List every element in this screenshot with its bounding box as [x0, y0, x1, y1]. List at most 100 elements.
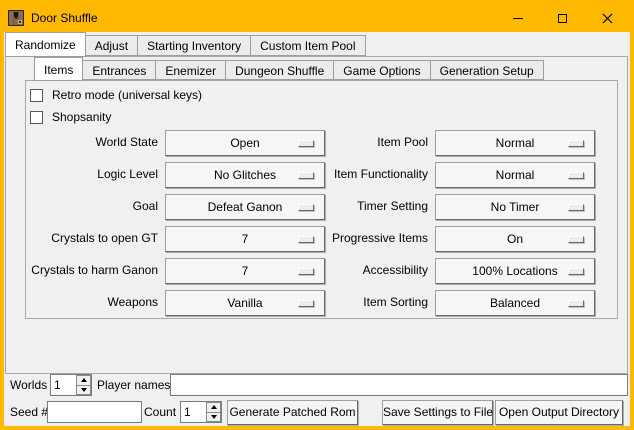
outer-tab-bar: Randomize Adjust Starting Inventory Cust… — [5, 32, 365, 56]
tab-enemizer[interactable]: Enemizer — [155, 60, 226, 80]
logic-level-value: No Glitches — [214, 168, 276, 182]
accessibility-dropdown[interactable]: 100% Locations — [435, 258, 595, 284]
arrow-up-icon — [211, 405, 217, 409]
tab-items[interactable]: Items — [34, 57, 83, 81]
player-names-label: Player names — [97, 374, 170, 396]
count-spinner[interactable] — [180, 401, 222, 423]
weapons-dropdown[interactable]: Vanilla — [165, 290, 325, 316]
count-spin-down[interactable] — [206, 412, 221, 423]
maximize-button[interactable] — [540, 4, 585, 32]
weapons-label: Weapons — [26, 287, 165, 319]
item-functionality-value: Normal — [496, 168, 535, 182]
dropdown-indicator-icon — [298, 236, 314, 243]
item-pool-value: Normal — [496, 136, 535, 150]
app-window: Door Shuffle Randomize Adjust Starting I… — [0, 0, 634, 430]
dropdown-indicator-icon — [298, 204, 314, 211]
seed-input[interactable] — [47, 401, 142, 423]
timer-setting-label: Timer Setting — [325, 191, 435, 223]
crystals-open-gt-label: Crystals to open GT — [26, 223, 165, 255]
arrow-up-icon — [81, 378, 87, 382]
open-output-directory-button[interactable]: Open Output Directory — [495, 400, 623, 425]
randomize-tab-panel: Items Entrances Enemizer Dungeon Shuffle… — [5, 56, 628, 374]
crystals-open-gt-dropdown[interactable]: 7 — [165, 226, 325, 252]
goal-dropdown[interactable]: Defeat Ganon — [165, 194, 325, 220]
dropdown-indicator-icon — [568, 300, 584, 307]
worlds-spin-buttons — [76, 375, 91, 395]
generate-patched-rom-button[interactable]: Generate Patched Rom — [227, 400, 358, 425]
accessibility-label: Accessibility — [325, 255, 435, 287]
window-title: Door Shuffle — [31, 11, 98, 25]
window-controls — [495, 4, 630, 32]
arrow-down-icon — [211, 415, 217, 419]
maximize-icon — [558, 14, 567, 23]
items-tab-panel: Retro mode (universal keys) Shopsanity W… — [25, 80, 618, 319]
goal-value: Defeat Ganon — [208, 200, 283, 214]
tab-adjust[interactable]: Adjust — [85, 35, 138, 56]
dropdown-indicator-icon — [568, 140, 584, 147]
dropdown-indicator-icon — [568, 172, 584, 179]
dropdown-indicator-icon — [298, 268, 314, 275]
retro-mode-checkbox[interactable] — [30, 89, 43, 102]
count-input[interactable] — [181, 402, 206, 422]
progressive-items-value: On — [507, 232, 523, 246]
world-state-dropdown[interactable]: Open — [165, 130, 325, 156]
timer-setting-value: No Timer — [491, 200, 540, 214]
retro-mode-label: Retro mode (universal keys) — [52, 88, 202, 102]
item-functionality-label: Item Functionality — [325, 159, 435, 191]
crystals-harm-ganon-dropdown[interactable]: 7 — [165, 258, 325, 284]
worlds-spinner[interactable] — [50, 374, 92, 396]
tab-dungeon-shuffle[interactable]: Dungeon Shuffle — [225, 60, 334, 80]
tab-custom-item-pool[interactable]: Custom Item Pool — [250, 35, 365, 56]
tab-starting-inventory[interactable]: Starting Inventory — [137, 35, 251, 56]
world-state-label: World State — [26, 127, 165, 159]
arrow-down-icon — [81, 388, 87, 392]
minimize-icon — [513, 18, 523, 19]
shopsanity-checkbox[interactable] — [30, 111, 43, 124]
item-sorting-value: Balanced — [490, 296, 540, 310]
shopsanity-checkbox-row[interactable]: Shopsanity — [30, 108, 111, 126]
count-spin-buttons — [206, 402, 221, 422]
accessibility-value: 100% Locations — [472, 264, 557, 278]
item-sorting-label: Item Sorting — [325, 287, 435, 319]
tab-randomize[interactable]: Randomize — [5, 32, 86, 57]
crystals-harm-ganon-label: Crystals to harm Ganon — [26, 255, 165, 287]
tab-entrances[interactable]: Entrances — [82, 60, 156, 80]
player-names-input[interactable] — [170, 374, 628, 396]
tab-game-options[interactable]: Game Options — [333, 60, 430, 80]
worlds-label: Worlds — [10, 374, 47, 396]
settings-grid: World State Open Item Pool Normal Logic … — [26, 127, 595, 319]
crystals-harm-ganon-value: 7 — [242, 264, 249, 278]
shopsanity-label: Shopsanity — [52, 110, 111, 124]
crystals-open-gt-value: 7 — [242, 232, 249, 246]
goal-label: Goal — [26, 191, 165, 223]
progressive-items-dropdown[interactable]: On — [435, 226, 595, 252]
item-pool-dropdown[interactable]: Normal — [435, 130, 595, 156]
dropdown-indicator-icon — [298, 300, 314, 307]
dropdown-indicator-icon — [298, 172, 314, 179]
logic-level-label: Logic Level — [26, 159, 165, 191]
save-settings-button[interactable]: Save Settings to File — [382, 400, 493, 425]
seed-label: Seed # — [10, 401, 48, 423]
retro-mode-checkbox-row[interactable]: Retro mode (universal keys) — [30, 86, 202, 104]
item-sorting-dropdown[interactable]: Balanced — [435, 290, 595, 316]
worlds-spin-down[interactable] — [76, 385, 91, 396]
timer-setting-dropdown[interactable]: No Timer — [435, 194, 595, 220]
app-icon — [8, 10, 24, 26]
item-pool-label: Item Pool — [325, 127, 435, 159]
worlds-input[interactable] — [51, 375, 76, 395]
dropdown-indicator-icon — [568, 236, 584, 243]
close-icon — [602, 13, 613, 24]
titlebar[interactable]: Door Shuffle — [4, 4, 630, 32]
dropdown-indicator-icon — [298, 140, 314, 147]
tab-generation-setup[interactable]: Generation Setup — [430, 60, 544, 80]
item-functionality-dropdown[interactable]: Normal — [435, 162, 595, 188]
logic-level-dropdown[interactable]: No Glitches — [165, 162, 325, 188]
inner-tab-bar: Items Entrances Enemizer Dungeon Shuffle… — [34, 57, 543, 80]
weapons-value: Vanilla — [227, 296, 262, 310]
dropdown-indicator-icon — [568, 204, 584, 211]
progressive-items-label: Progressive Items — [325, 223, 435, 255]
minimize-button[interactable] — [495, 4, 540, 32]
world-state-value: Open — [230, 136, 259, 150]
close-button[interactable] — [585, 4, 630, 32]
dropdown-indicator-icon — [568, 268, 584, 275]
